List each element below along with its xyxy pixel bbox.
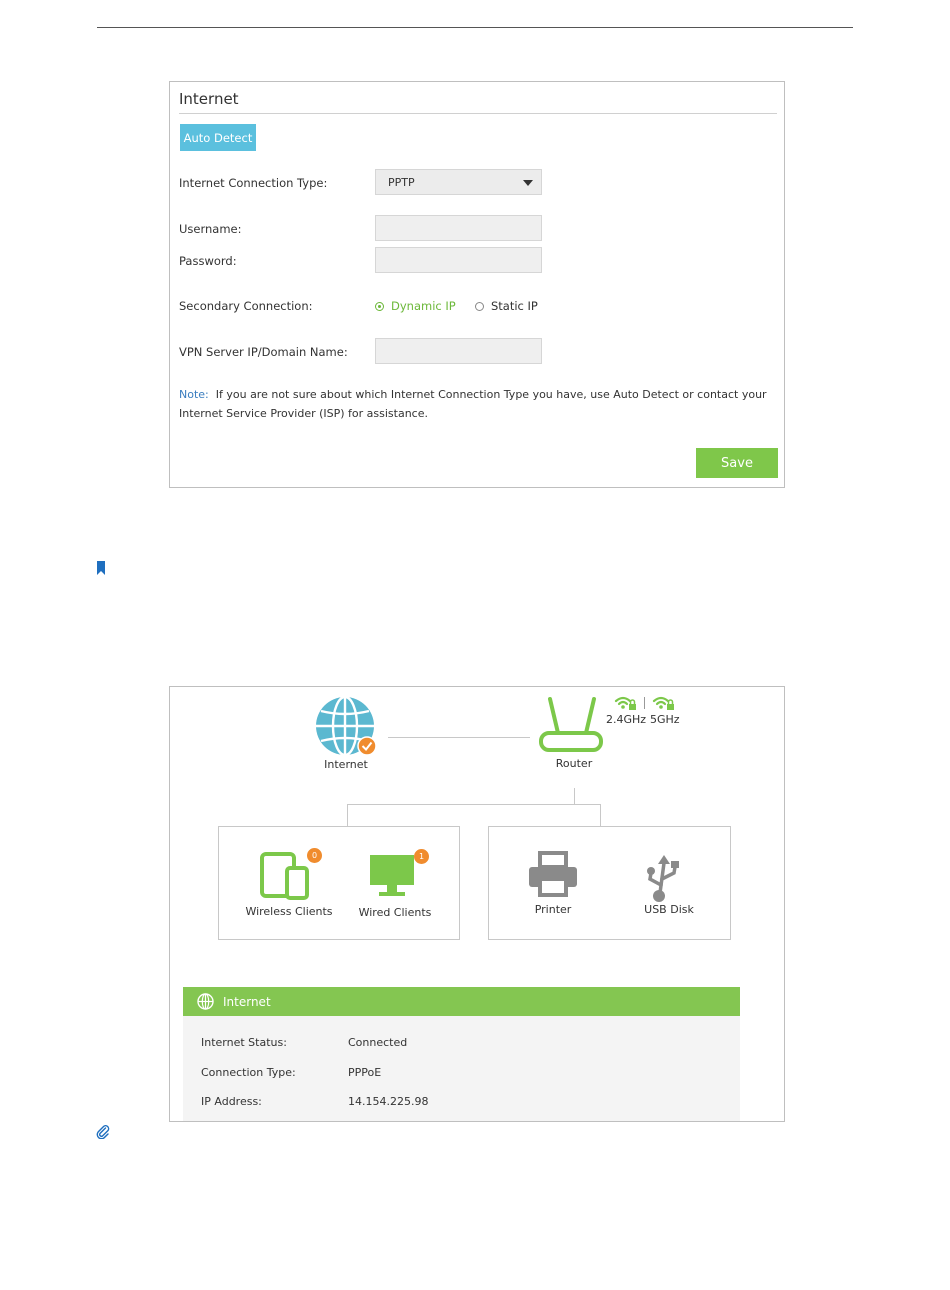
- tablet-phone-icon[interactable]: [259, 851, 313, 901]
- username-label: Username:: [179, 222, 242, 236]
- bookmark-icon: [97, 561, 105, 575]
- printer-icon[interactable]: [526, 851, 580, 899]
- wireless-clients-count-badge: 0: [307, 848, 322, 863]
- wired-clients-label[interactable]: Wired Clients: [350, 906, 440, 919]
- panel-title: Internet: [179, 90, 239, 108]
- connection-type-label: Connection Type:: [201, 1066, 296, 1079]
- radio-unchecked-icon: [475, 301, 484, 311]
- router-icon[interactable]: [536, 695, 606, 755]
- secondary-connection-label: Secondary Connection:: [179, 299, 313, 313]
- ip-address-value: 14.154.225.98: [348, 1095, 429, 1108]
- usb-disk-label[interactable]: USB Disk: [630, 903, 708, 916]
- status-title: Internet: [223, 995, 271, 1009]
- note-label: Note:: [179, 388, 209, 401]
- band-5ghz-label: 5GHz: [650, 713, 680, 726]
- wireless-clients-label[interactable]: Wireless Clients: [240, 905, 338, 918]
- clients-link: [347, 804, 348, 826]
- note-text: If you are not sure about which Internet…: [179, 388, 767, 420]
- radio-static-ip[interactable]: Static IP: [475, 299, 538, 313]
- clients-box: [218, 826, 460, 940]
- password-label: Password:: [179, 254, 237, 268]
- wifi-lock-icon: [652, 696, 674, 710]
- internet-label: Internet: [324, 758, 368, 771]
- radio-dynamic-ip[interactable]: Dynamic IP: [375, 299, 456, 313]
- band-separator: [644, 697, 645, 709]
- title-divider: [179, 113, 777, 114]
- devices-link: [600, 804, 601, 826]
- wifi-lock-icon: [614, 696, 636, 710]
- connection-type-value: PPPoE: [348, 1066, 382, 1079]
- ip-address-label: IP Address:: [201, 1095, 262, 1108]
- monitor-icon[interactable]: [368, 853, 416, 899]
- vpn-server-label: VPN Server IP/Domain Name:: [179, 345, 348, 359]
- branch-link: [347, 804, 601, 805]
- help-note: Note: If you are not sure about which In…: [179, 385, 779, 423]
- internet-settings-panel: Internet Auto Detect Internet Connection…: [169, 81, 785, 488]
- internet-status-header: Internet: [183, 987, 740, 1016]
- connection-type-label: Internet Connection Type:: [179, 176, 328, 190]
- band-24ghz-label: 2.4GHz: [606, 713, 647, 726]
- router-down-link: [574, 788, 575, 804]
- password-input[interactable]: [375, 247, 542, 273]
- connection-type-value: PPTP: [388, 176, 415, 189]
- vpn-server-input[interactable]: [375, 338, 542, 364]
- connection-type-select[interactable]: PPTP: [375, 169, 542, 195]
- network-map-panel: Internet Router 2.4GHz 5GHz 0 Wireless C…: [169, 686, 785, 1122]
- router-label: Router: [555, 757, 593, 770]
- page-header-rule: [97, 27, 853, 28]
- radio-dynamic-ip-label: Dynamic IP: [391, 299, 456, 313]
- printer-label[interactable]: Printer: [518, 903, 588, 916]
- usb-icon[interactable]: [642, 853, 686, 903]
- dropdown-caret-icon: [523, 180, 533, 186]
- paperclip-icon: [96, 1125, 110, 1139]
- globe-icon: [197, 993, 214, 1010]
- devices-box: [488, 826, 731, 940]
- globe-icon[interactable]: [314, 695, 378, 759]
- auto-detect-button[interactable]: Auto Detect: [180, 124, 256, 151]
- internet-status-value: Connected: [348, 1036, 408, 1049]
- internet-status-body: Internet Status: Connected Connection Ty…: [183, 1016, 740, 1121]
- internet-status-label: Internet Status:: [201, 1036, 287, 1049]
- wired-clients-count-badge: 1: [414, 849, 429, 864]
- radio-checked-icon: [375, 301, 384, 311]
- internet-router-link: [388, 737, 530, 738]
- username-input[interactable]: [375, 215, 542, 241]
- save-button[interactable]: Save: [696, 448, 778, 478]
- radio-static-ip-label: Static IP: [491, 299, 538, 313]
